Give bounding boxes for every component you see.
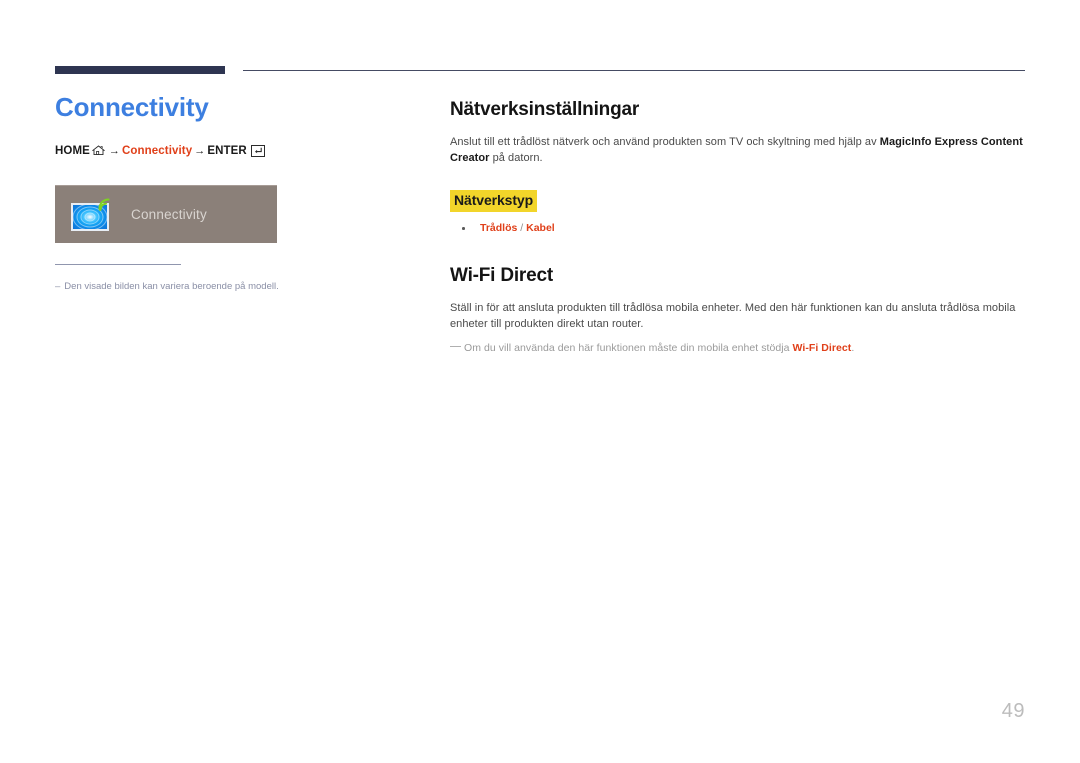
network-settings-body: Anslut till ett trådlöst nätverk och anv…	[450, 135, 1025, 166]
network-settings-body-part-1: Anslut till ett trådlöst nätverk och anv…	[450, 136, 880, 148]
breadcrumb-arrow-2: →	[194, 145, 206, 157]
chapter-title: Connectivity	[55, 92, 209, 122]
breadcrumb-connectivity-label: Connectivity	[122, 145, 193, 157]
left-column: Connectivity HOME → Connectivity → ENTER	[55, 92, 425, 161]
breadcrumb-arrow-1: →	[108, 145, 121, 157]
section-title-network-settings: Nätverksinställningar	[450, 99, 640, 120]
option-separator: /	[517, 222, 527, 234]
wifi-direct-body: Ställ in för att ansluta produkten till …	[450, 302, 1016, 330]
left-note-dash: –	[55, 280, 61, 292]
menu-preview-box[interactable]: Connectivity	[55, 185, 277, 243]
breadcrumb-home-label: HOME	[55, 145, 90, 157]
signal-ring-1	[84, 212, 96, 221]
section-title-wifi-direct: Wi-Fi Direct	[450, 265, 553, 286]
header-rule-thick	[55, 66, 225, 74]
wifi-signal-icon	[98, 198, 110, 211]
network-type-option-list: Trådlös / Kabel	[450, 221, 1025, 236]
page-number: 49	[1001, 700, 1025, 722]
right-column: Nätverksinställningar Anslut till ett tr…	[450, 98, 1025, 367]
option-cable: Kabel	[526, 222, 555, 234]
wifi-direct-note-part-2: .	[851, 342, 855, 354]
enter-key-icon	[250, 145, 265, 161]
page-header-rule	[0, 66, 1080, 78]
connectivity-display-wifi-icon	[69, 197, 113, 233]
list-item[interactable]: Trådlös / Kabel	[450, 221, 1025, 236]
wifi-direct-term: Wi-Fi Direct	[792, 342, 852, 354]
option-wireless: Trådlös	[480, 222, 518, 234]
left-note-text: Den visade bilden kan variera beroende p…	[64, 280, 279, 292]
home-icon	[91, 145, 106, 160]
network-settings-body-part-2: på datorn.	[489, 151, 543, 164]
breadcrumb-enter-label: ENTER	[207, 145, 247, 157]
left-note: – Den visade bilden kan variera beroende …	[55, 280, 395, 293]
highlighted-subheading-network-type: Nätverkstyp	[450, 190, 538, 212]
note-dash-icon	[450, 346, 461, 347]
wifi-direct-note: Om du vill använda den här funktionen må…	[450, 341, 1025, 356]
left-note-divider	[55, 264, 181, 265]
header-rule-thin	[243, 70, 1025, 71]
wifi-direct-note-part-1: Om du vill använda den här funktionen må…	[464, 342, 793, 354]
breadcrumb: HOME → Connectivity → ENTER	[55, 144, 425, 161]
menu-preview-label: Connectivity	[131, 207, 207, 222]
